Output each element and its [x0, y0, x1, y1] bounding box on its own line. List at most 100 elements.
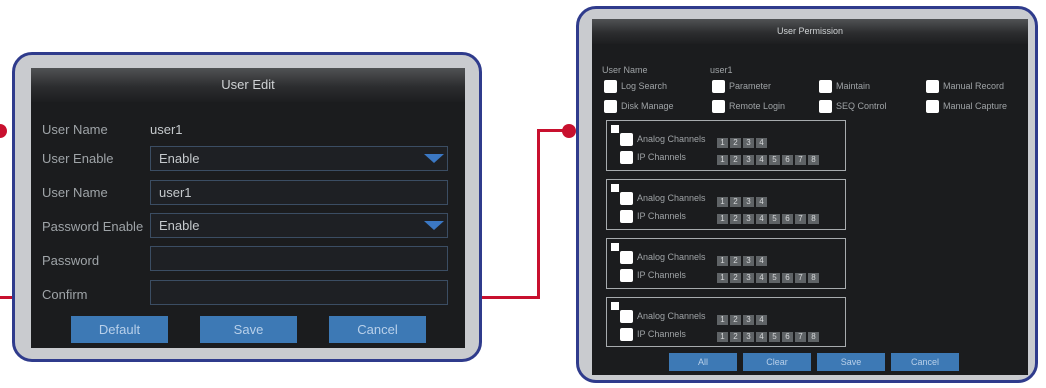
label-disk-manage: Disk Manage	[621, 101, 674, 111]
analog-channel-2[interactable]: 2	[730, 138, 741, 148]
save-button[interactable]: Save	[817, 353, 885, 371]
analog-channel-4[interactable]: 4	[756, 256, 767, 266]
checkbox-ip-channels[interactable]	[620, 269, 633, 282]
ip-channel-2[interactable]: 2	[730, 332, 741, 342]
ip-channel-7[interactable]: 7	[795, 214, 806, 224]
label-analog-channels: Analog Channels	[637, 134, 706, 144]
ip-channel-3[interactable]: 3	[743, 273, 754, 283]
analog-channel-1[interactable]: 1	[717, 197, 728, 207]
ip-channel-7[interactable]: 7	[795, 273, 806, 283]
confirm-input[interactable]	[150, 280, 448, 305]
group-select-checkbox[interactable]	[611, 302, 619, 310]
checkbox-seq-control[interactable]	[819, 100, 832, 113]
analog-channel-1[interactable]: 1	[717, 138, 728, 148]
all-button[interactable]: All	[669, 353, 737, 371]
ip-channel-5[interactable]: 5	[769, 273, 780, 283]
analog-channel-4[interactable]: 4	[756, 197, 767, 207]
ip-channel-5[interactable]: 5	[769, 155, 780, 165]
analog-channel-2[interactable]: 2	[730, 256, 741, 266]
ip-channel-4[interactable]: 4	[756, 214, 767, 224]
ip-channel-3[interactable]: 3	[743, 155, 754, 165]
checkbox-ip-channels[interactable]	[620, 328, 633, 341]
password-enable-select[interactable]: Enable	[150, 213, 448, 238]
clear-button[interactable]: Clear	[743, 353, 811, 371]
ip-channel-1[interactable]: 1	[717, 155, 728, 165]
ip-channel-8[interactable]: 8	[808, 332, 819, 342]
user-edit-window: User Edit User Name user1 User Enable En…	[31, 68, 465, 348]
checkbox-analog-channels[interactable]	[620, 133, 633, 146]
ip-channel-4[interactable]: 4	[756, 332, 767, 342]
channel-group: Analog Channels IP Channels 1 2 3 4 1 2 …	[606, 297, 846, 347]
chevron-down-icon[interactable]	[424, 221, 444, 230]
ip-channel-6[interactable]: 6	[782, 273, 793, 283]
ip-channel-4[interactable]: 4	[756, 155, 767, 165]
group-select-checkbox[interactable]	[611, 243, 619, 251]
user-edit-frame: User Edit User Name user1 User Enable En…	[12, 52, 482, 362]
user-enable-label: User Enable	[42, 151, 114, 166]
group-select-checkbox[interactable]	[611, 184, 619, 192]
checkbox-log-search[interactable]	[604, 80, 617, 93]
ip-channel-2[interactable]: 2	[730, 273, 741, 283]
checkbox-disk-manage[interactable]	[604, 100, 617, 113]
password-input[interactable]	[150, 246, 448, 271]
ip-channel-3[interactable]: 3	[743, 214, 754, 224]
label-seq-control: SEQ Control	[836, 101, 887, 111]
username-label: User Name	[42, 122, 108, 137]
checkbox-analog-channels[interactable]	[620, 251, 633, 264]
checkbox-ip-channels[interactable]	[620, 210, 633, 223]
cancel-button[interactable]: Cancel	[891, 353, 959, 371]
label-remote-login: Remote Login	[729, 101, 786, 111]
analog-channel-2[interactable]: 2	[730, 315, 741, 325]
analog-channel-4[interactable]: 4	[756, 315, 767, 325]
checkbox-analog-channels[interactable]	[620, 192, 633, 205]
default-button[interactable]: Default	[71, 316, 168, 343]
ip-channel-1[interactable]: 1	[717, 273, 728, 283]
ip-channel-7[interactable]: 7	[795, 332, 806, 342]
callout-dot-left	[0, 124, 7, 138]
ip-channel-2[interactable]: 2	[730, 214, 741, 224]
group-select-checkbox[interactable]	[611, 125, 619, 133]
checkbox-remote-login[interactable]	[712, 100, 725, 113]
analog-channel-3[interactable]: 3	[743, 197, 754, 207]
checkbox-ip-channels[interactable]	[620, 151, 633, 164]
checkbox-manual-record[interactable]	[926, 80, 939, 93]
checkbox-analog-channels[interactable]	[620, 310, 633, 323]
analog-channel-3[interactable]: 3	[743, 256, 754, 266]
cancel-button[interactable]: Cancel	[329, 316, 426, 343]
user-permission-frame: User Permission User Name user1 Log Sear…	[576, 6, 1038, 383]
ip-channel-1[interactable]: 1	[717, 332, 728, 342]
ip-channel-6[interactable]: 6	[782, 214, 793, 224]
ip-channel-8[interactable]: 8	[808, 214, 819, 224]
analog-channel-4[interactable]: 4	[756, 138, 767, 148]
ip-channel-2[interactable]: 2	[730, 155, 741, 165]
label-ip-channels: IP Channels	[637, 152, 686, 162]
ip-channel-8[interactable]: 8	[808, 155, 819, 165]
analog-channel-1[interactable]: 1	[717, 315, 728, 325]
username-input[interactable]: user1	[150, 180, 448, 205]
analog-channel-3[interactable]: 3	[743, 138, 754, 148]
checkbox-maintain[interactable]	[819, 80, 832, 93]
ip-channel-8[interactable]: 8	[808, 273, 819, 283]
save-button[interactable]: Save	[200, 316, 297, 343]
user-edit-titlebar: User Edit	[31, 68, 465, 102]
ip-channel-7[interactable]: 7	[795, 155, 806, 165]
analog-channel-2[interactable]: 2	[730, 197, 741, 207]
label-ip-channels: IP Channels	[637, 270, 686, 280]
ip-channel-6[interactable]: 6	[782, 332, 793, 342]
user-enable-select[interactable]: Enable	[150, 146, 448, 171]
checkbox-parameter[interactable]	[712, 80, 725, 93]
analog-channel-1[interactable]: 1	[717, 256, 728, 266]
ip-channel-3[interactable]: 3	[743, 332, 754, 342]
chevron-down-icon[interactable]	[424, 154, 444, 163]
analog-channel-3[interactable]: 3	[743, 315, 754, 325]
channel-group: Analog Channels IP Channels 1 2 3 4 1 2 …	[606, 238, 846, 289]
label-ip-channels: IP Channels	[637, 211, 686, 221]
ip-channel-1[interactable]: 1	[717, 214, 728, 224]
ip-channel-6[interactable]: 6	[782, 155, 793, 165]
ip-channel-5[interactable]: 5	[769, 214, 780, 224]
label-manual-record: Manual Record	[943, 81, 1005, 91]
ip-channel-5[interactable]: 5	[769, 332, 780, 342]
ip-channel-4[interactable]: 4	[756, 273, 767, 283]
label-analog-channels: Analog Channels	[637, 311, 706, 321]
checkbox-manual-capture[interactable]	[926, 100, 939, 113]
